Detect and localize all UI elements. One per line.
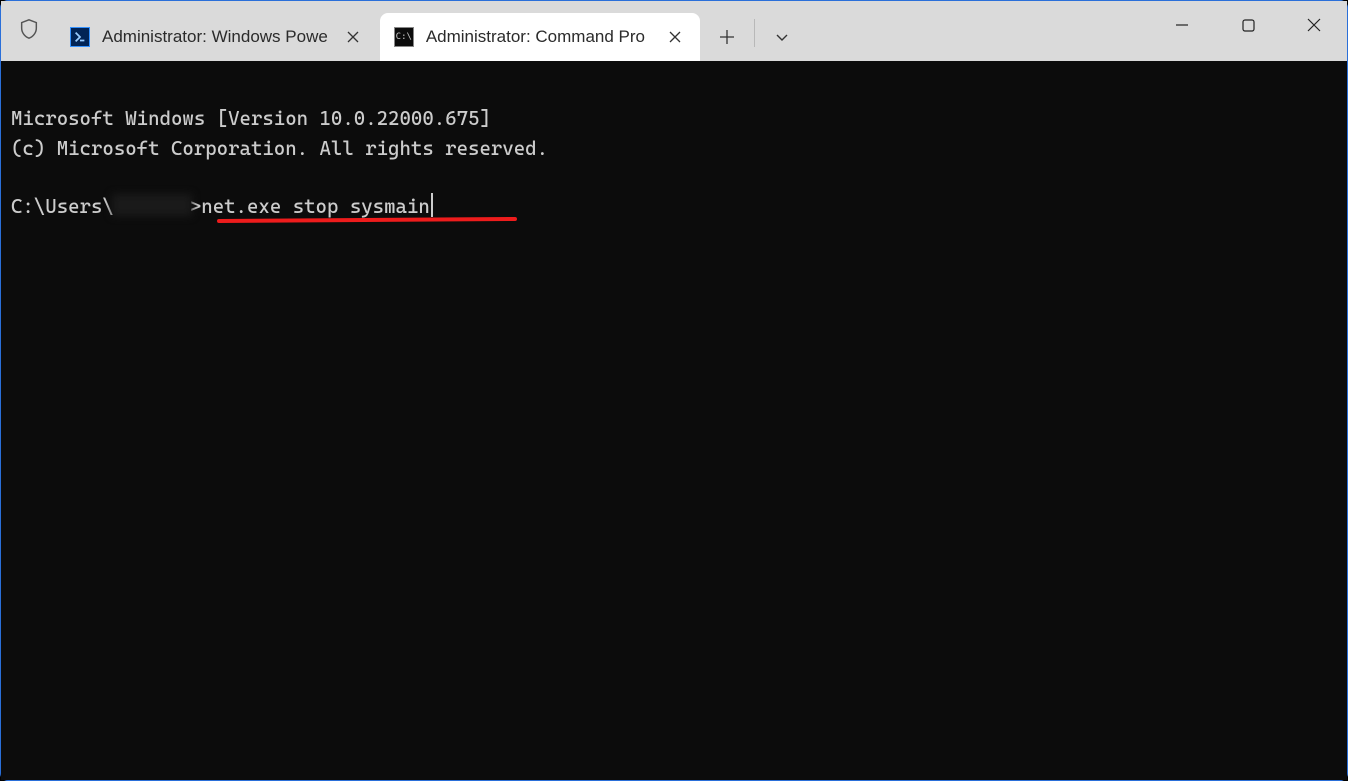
window-controls [1149,1,1347,61]
tabs-area: Administrator: Windows Powe C:\ Administ… [56,1,807,61]
plus-icon [719,29,735,45]
chevron-down-icon [775,30,789,44]
maximize-button[interactable] [1215,1,1281,49]
tab-cmd[interactable]: C:\ Administrator: Command Pro [380,13,700,61]
prompt-prefix: C:\Users\ [11,195,114,218]
powershell-icon [70,27,90,47]
close-icon [669,31,681,43]
tab-close-button[interactable] [662,24,688,50]
divider [754,19,755,47]
tab-close-button[interactable] [340,24,366,50]
minimize-icon [1175,18,1189,32]
annotation-underline [217,217,517,223]
close-window-button[interactable] [1281,1,1347,49]
titlebar: Administrator: Windows Powe C:\ Administ… [1,1,1347,61]
maximize-icon [1242,19,1255,32]
tab-powershell[interactable]: Administrator: Windows Powe [56,13,378,61]
close-icon [1307,18,1321,32]
terminal-prompt-line: C:\Users\>net.exe stop sysmain [11,192,433,221]
terminal-line: Microsoft Windows [Version 10.0.22000.67… [11,107,491,130]
terminal-output[interactable]: Microsoft Windows [Version 10.0.22000.67… [1,61,1347,780]
minimize-button[interactable] [1149,1,1215,49]
shield-icon [18,18,40,45]
terminal-line: (c) Microsoft Corporation. All rights re… [11,137,548,160]
tab-label: Administrator: Windows Powe [102,27,328,47]
cmd-icon: C:\ [394,27,414,47]
tab-label: Administrator: Command Pro [426,27,650,47]
close-icon [347,31,359,43]
text-cursor [431,193,433,217]
command-text: net.exe stop sysmain [201,195,430,218]
tab-dropdown-button[interactable] [757,13,807,61]
new-tab-button[interactable] [702,13,752,61]
shield-area [1,1,56,61]
redacted-username [112,194,192,216]
